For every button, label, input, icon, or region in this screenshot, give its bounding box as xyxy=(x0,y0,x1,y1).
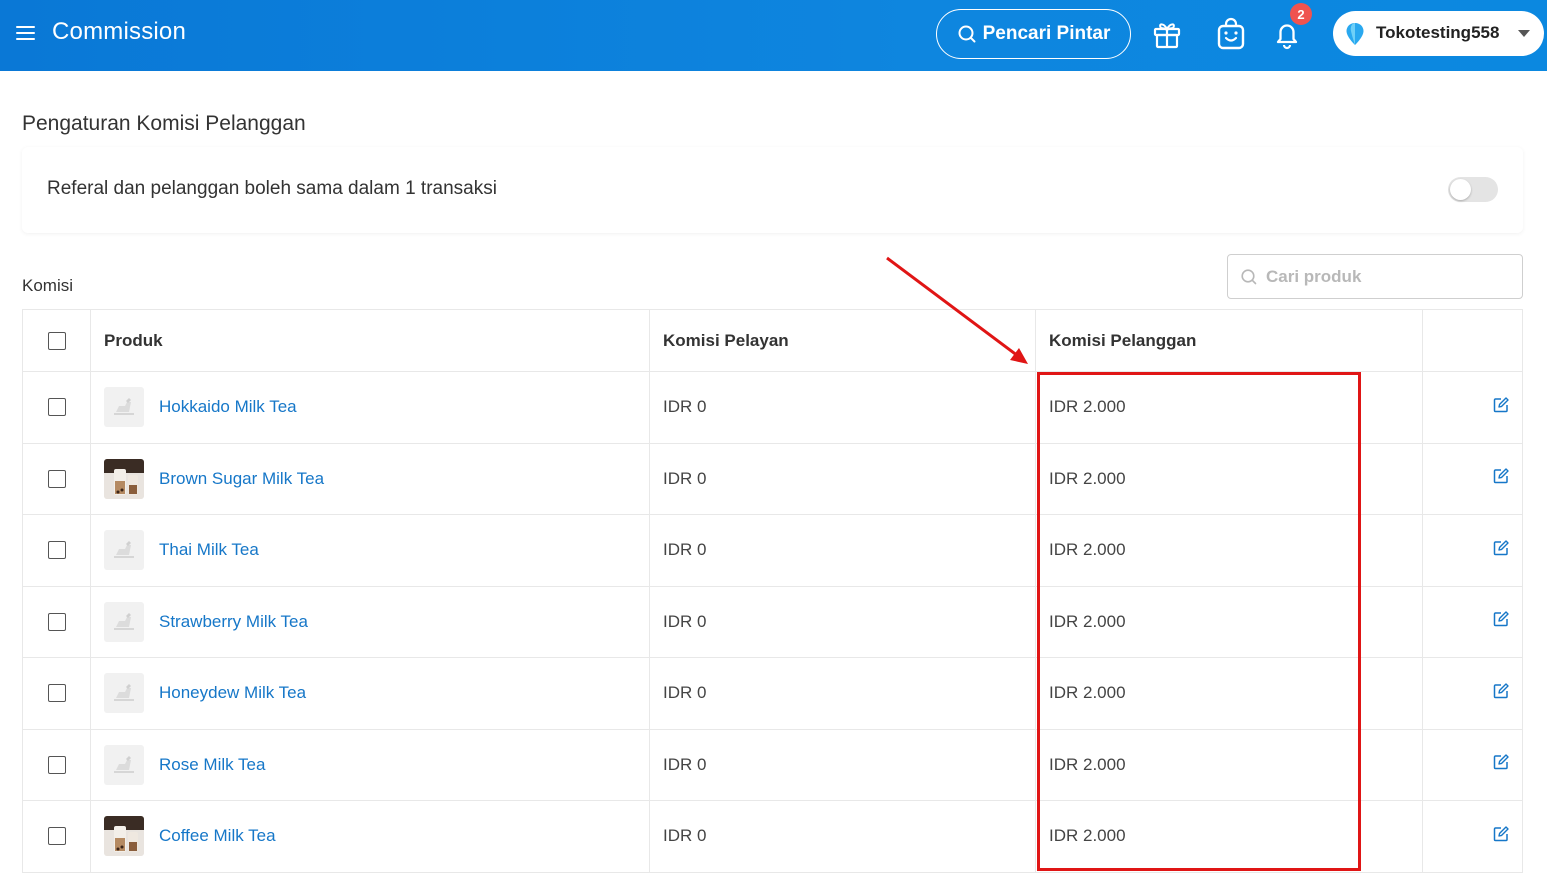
row-checkbox[interactable] xyxy=(47,755,66,774)
edit-icon[interactable] xyxy=(1493,468,1509,489)
notification-badge: 2 xyxy=(1290,3,1312,25)
staff-commission-value: IDR 0 xyxy=(663,826,707,846)
customer-commission-value: IDR 2.000 xyxy=(1049,468,1126,488)
product-name-link[interactable]: Rose Milk Tea xyxy=(159,755,265,775)
staff-commission-value: IDR 0 xyxy=(663,754,707,774)
product-thumbnail xyxy=(104,601,144,642)
product-thumbnail xyxy=(104,673,144,714)
gift-icon[interactable] xyxy=(1150,17,1184,51)
shopping-bag-icon[interactable] xyxy=(1214,17,1248,51)
top-bar: Commission Pencari Pintar 2 Tokotesting5… xyxy=(0,0,1547,71)
edit-icon[interactable] xyxy=(1493,611,1509,632)
search-icon xyxy=(958,25,976,43)
staff-commission-value: IDR 0 xyxy=(663,611,707,631)
row-checkbox[interactable] xyxy=(47,684,66,703)
location-pin-icon xyxy=(1346,23,1364,45)
row-checkbox[interactable] xyxy=(47,612,66,631)
edit-icon[interactable] xyxy=(1493,754,1509,775)
customer-commission-value: IDR 2.000 xyxy=(1049,611,1126,631)
section-label: Komisi xyxy=(22,276,74,295)
edit-icon[interactable] xyxy=(1493,683,1509,704)
customer-commission-value: IDR 2.000 xyxy=(1049,397,1126,417)
product-name-link[interactable]: Thai Milk Tea xyxy=(159,540,259,560)
row-checkbox[interactable] xyxy=(47,398,66,417)
same-referral-toggle[interactable] xyxy=(1448,177,1498,202)
setting-label: Referal dan pelanggan boleh sama dalam 1… xyxy=(47,178,497,199)
product-thumbnail xyxy=(104,744,144,785)
account-name: Tokotesting558 xyxy=(1376,23,1500,42)
product-name-link[interactable]: Strawberry Milk Tea xyxy=(159,612,308,632)
smart-search-button[interactable]: Pencari Pintar xyxy=(936,9,1131,59)
product-name-link[interactable]: Hokkaido Milk Tea xyxy=(159,397,297,417)
table-row: Hokkaido Milk Tea IDR 0 IDR 2.000 xyxy=(23,372,1522,444)
table-row: Brown Sugar Milk Tea IDR 0 IDR 2.000 xyxy=(23,443,1522,515)
smart-search-label: Pencari Pintar xyxy=(982,23,1111,44)
row-checkbox[interactable] xyxy=(47,541,66,560)
caret-down-icon xyxy=(1518,30,1530,37)
customer-commission-value: IDR 2.000 xyxy=(1049,683,1126,703)
column-header-customer-commission: Komisi Pelanggan xyxy=(1036,310,1423,371)
table-row: Coffee Milk Tea IDR 0 IDR 2.000 xyxy=(23,801,1522,873)
commission-table: Produk Komisi Pelayan Komisi Pelanggan H… xyxy=(22,309,1523,873)
customer-commission-value: IDR 2.000 xyxy=(1049,826,1126,846)
search-input[interactable] xyxy=(1266,266,1506,287)
customer-commission-value: IDR 2.000 xyxy=(1049,754,1126,774)
account-dropdown[interactable]: Tokotesting558 xyxy=(1333,11,1544,56)
staff-commission-value: IDR 0 xyxy=(663,540,707,560)
column-header-actions xyxy=(1423,310,1523,371)
setting-card: Referal dan pelanggan boleh sama dalam 1… xyxy=(22,147,1523,233)
table-header: Produk Komisi Pelayan Komisi Pelanggan xyxy=(23,310,1522,372)
menu-icon[interactable] xyxy=(16,26,35,40)
row-checkbox[interactable] xyxy=(47,469,66,488)
table-row: Rose Milk Tea IDR 0 IDR 2.000 xyxy=(23,729,1522,801)
product-thumbnail xyxy=(104,530,144,571)
toggle-knob xyxy=(1450,179,1471,200)
column-header-product: Produk xyxy=(91,310,650,371)
row-checkbox[interactable] xyxy=(47,827,66,846)
select-all-checkbox[interactable] xyxy=(47,331,66,350)
product-thumbnail xyxy=(104,458,144,499)
product-name-link[interactable]: Brown Sugar Milk Tea xyxy=(159,469,324,489)
staff-commission-value: IDR 0 xyxy=(663,397,707,417)
product-search[interactable] xyxy=(1227,254,1523,299)
product-thumbnail xyxy=(104,387,144,428)
staff-commission-value: IDR 0 xyxy=(663,683,707,703)
table-row: Thai Milk Tea IDR 0 IDR 2.000 xyxy=(23,515,1522,587)
product-name-link[interactable]: Coffee Milk Tea xyxy=(159,826,276,846)
table-row: Strawberry Milk Tea IDR 0 IDR 2.000 xyxy=(23,586,1522,658)
edit-icon[interactable] xyxy=(1493,397,1509,418)
column-header-staff-commission: Komisi Pelayan xyxy=(650,310,1036,371)
search-icon xyxy=(1241,268,1257,284)
edit-icon[interactable] xyxy=(1493,540,1509,561)
page-title: Pengaturan Komisi Pelanggan xyxy=(22,112,306,135)
app-title: Commission xyxy=(52,18,187,45)
table-row: Honeydew Milk Tea IDR 0 IDR 2.000 xyxy=(23,658,1522,730)
edit-icon[interactable] xyxy=(1493,826,1509,847)
product-thumbnail xyxy=(104,816,144,857)
staff-commission-value: IDR 0 xyxy=(663,468,707,488)
product-name-link[interactable]: Honeydew Milk Tea xyxy=(159,683,306,703)
customer-commission-value: IDR 2.000 xyxy=(1049,540,1126,560)
